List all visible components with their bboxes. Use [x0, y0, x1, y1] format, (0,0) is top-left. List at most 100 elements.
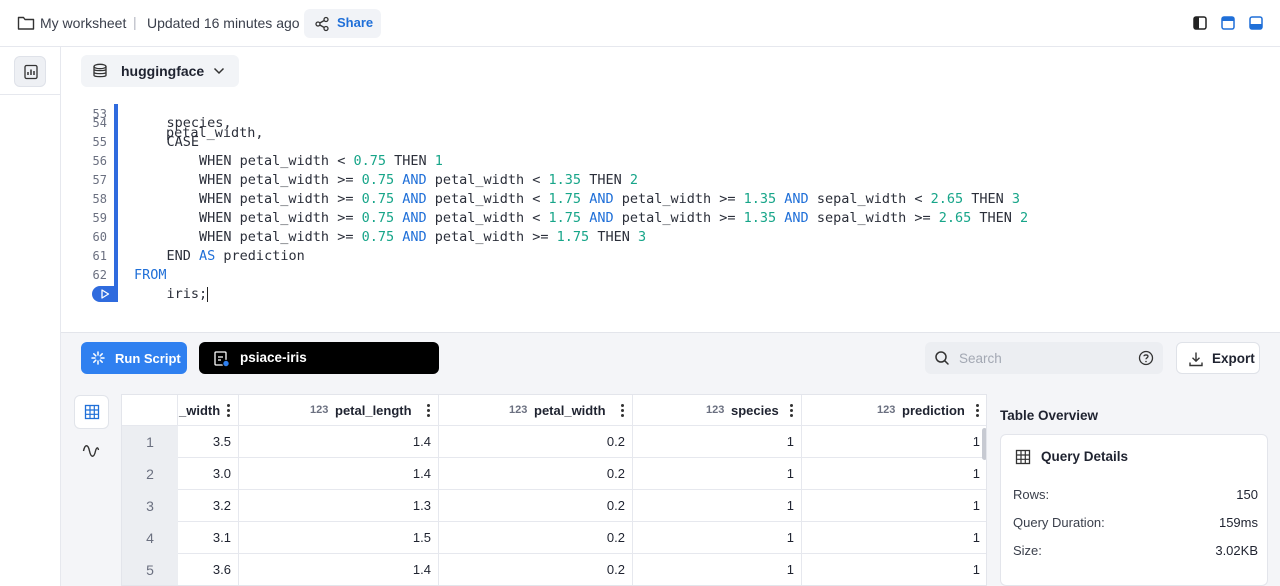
column-title: petal_width	[534, 403, 606, 418]
share-button[interactable]: Share	[304, 9, 381, 38]
text-caret	[207, 286, 209, 302]
code-text: END AS prediction	[134, 248, 305, 264]
table-cell[interactable]: 1	[633, 522, 802, 554]
search-input[interactable]	[959, 348, 1119, 368]
overview-key: Rows:	[1013, 487, 1050, 502]
column-menu-icon[interactable]	[790, 404, 793, 419]
table-cell[interactable]: 3.2	[178, 490, 239, 522]
active-statement-bar	[114, 104, 118, 302]
table-row[interactable]: 3 3.2 1.3 0.2 1 1	[122, 490, 986, 522]
line-number: 59	[92, 211, 107, 225]
sql-editor[interactable]: 53 petal_width, 54 species, 55 CASE 56 WHE…	[61, 96, 1280, 332]
wave-icon[interactable]	[82, 442, 100, 460]
row-number: 3	[146, 498, 154, 514]
help-icon[interactable]	[1138, 350, 1154, 366]
type-tag: 123	[509, 404, 528, 416]
column-header[interactable]: 123 prediction	[802, 395, 986, 426]
layout-top-icon[interactable]	[1221, 16, 1235, 30]
overview-value: 150	[1236, 487, 1258, 502]
run-statement-button[interactable]	[92, 286, 117, 302]
row-number: 1	[146, 434, 154, 450]
rail-top	[0, 47, 60, 95]
table-cell[interactable]: 1	[802, 490, 986, 522]
table-cell[interactable]: 1	[633, 490, 802, 522]
table-cell[interactable]: 0.2	[439, 458, 633, 490]
code-text: WHEN petal_width >= 0.75 AND petal_width…	[134, 210, 1029, 226]
worksheet-name[interactable]: My worksheet	[40, 15, 126, 31]
table-cell[interactable]: 3.6	[178, 554, 239, 585]
share-icon	[315, 16, 329, 32]
table-cell[interactable]: 0.2	[439, 522, 633, 554]
result-panel: _width 123 petal_length 123 petal_width …	[61, 382, 1280, 586]
row-number: 2	[146, 466, 154, 482]
table-cell[interactable]: 3.0	[178, 458, 239, 490]
table-cell[interactable]: 0.2	[439, 490, 633, 522]
table-cell[interactable]: 1	[633, 426, 802, 458]
table-cell[interactable]: 1	[633, 458, 802, 490]
table-cell[interactable]: 1.4	[239, 554, 439, 585]
line-number: 57	[92, 173, 107, 187]
query-file-icon	[214, 351, 230, 368]
table-cell[interactable]: 1.5	[239, 522, 439, 554]
table-cell[interactable]: 1.4	[239, 426, 439, 458]
column-menu-icon[interactable]	[621, 404, 624, 419]
code-text: WHEN petal_width < 0.75 THEN 1	[134, 153, 443, 169]
row-number: 5	[146, 562, 154, 578]
table-cell[interactable]: 3.1	[178, 522, 239, 554]
column-header[interactable]: 123 petal_width	[439, 395, 633, 426]
query-name-field[interactable]: psiace-iris	[199, 342, 439, 374]
line-number: 60	[92, 230, 107, 244]
layout-left-icon[interactable]	[1193, 16, 1207, 30]
layout-bottom-icon[interactable]	[1249, 16, 1263, 30]
column-header[interactable]: 123 petal_length	[239, 395, 439, 426]
table-cell[interactable]: 1	[802, 426, 986, 458]
run-script-button[interactable]: Run Script	[81, 342, 187, 374]
search-box[interactable]	[925, 342, 1163, 374]
updated-status: Updated 16 minutes ago	[147, 15, 300, 31]
column-menu-icon[interactable]	[427, 404, 430, 419]
table-cell[interactable]: 1	[633, 554, 802, 585]
left-rail	[0, 47, 61, 586]
run-sparkle-icon	[91, 351, 105, 365]
database-selector[interactable]: huggingface	[81, 55, 239, 87]
search-icon	[935, 351, 949, 365]
column-title: prediction	[902, 403, 965, 418]
line-number: 58	[92, 192, 107, 206]
result-grid[interactable]: _width 123 petal_length 123 petal_width …	[121, 394, 987, 586]
column-title: _width	[179, 403, 221, 418]
table-row[interactable]: 5 3.6 1.4 0.2 1 1	[122, 554, 986, 585]
overview-key: Query Duration:	[1013, 515, 1105, 530]
line-number: 62	[92, 268, 107, 282]
table-cell[interactable]: 1.3	[239, 490, 439, 522]
table-cell[interactable]: 1.4	[239, 458, 439, 490]
column-header[interactable]: _width	[178, 395, 239, 426]
result-toolbar: Run Script psiace-iris Export	[61, 332, 1280, 382]
share-label: Share	[337, 15, 374, 30]
grid-scrollbar[interactable]	[982, 428, 986, 460]
query-details-card: Query Details Rows: 150 Query Duration: …	[1000, 434, 1268, 586]
column-menu-icon[interactable]	[227, 404, 230, 419]
line-number: 61	[92, 249, 107, 263]
table-row[interactable]: 2 3.0 1.4 0.2 1 1	[122, 458, 986, 490]
grid-corner	[122, 395, 178, 426]
chart-doc-button[interactable]	[14, 56, 46, 87]
query-details-title: Query Details	[1041, 449, 1129, 464]
chart-doc-icon	[24, 64, 38, 80]
table-view-button[interactable]	[74, 395, 109, 429]
table-row[interactable]: 4 3.1 1.5 0.2 1 1	[122, 522, 986, 554]
line-number: 54	[92, 116, 107, 130]
table-cell[interactable]: 3.5	[178, 426, 239, 458]
table-row[interactable]: 1 3.5 1.4 0.2 1 1	[122, 426, 986, 458]
code-text: WHEN petal_width >= 0.75 AND petal_width…	[134, 191, 1021, 207]
table-cell[interactable]: 1	[802, 458, 986, 490]
export-button[interactable]: Export	[1176, 342, 1260, 374]
table-cell[interactable]: 0.2	[439, 554, 633, 585]
column-header[interactable]: 123 species	[633, 395, 802, 426]
export-label: Export	[1212, 351, 1255, 366]
table-cell[interactable]: 1	[802, 522, 986, 554]
column-menu-icon[interactable]	[976, 404, 979, 419]
code-text: CASE	[134, 134, 200, 150]
table-cell[interactable]: 1	[802, 554, 986, 585]
download-icon	[1189, 352, 1203, 367]
table-cell[interactable]: 0.2	[439, 426, 633, 458]
